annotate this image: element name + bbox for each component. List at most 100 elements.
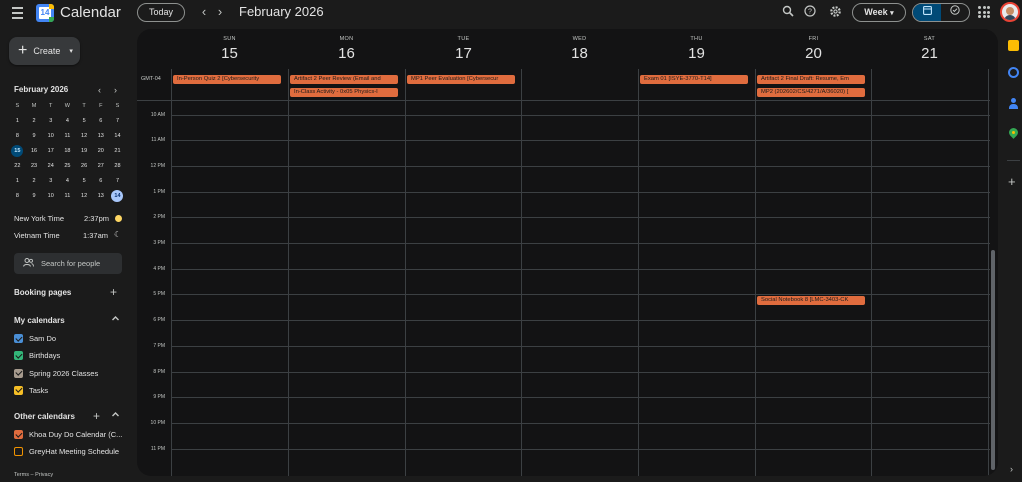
calendar-list-item[interactable]: Sam Do <box>14 334 56 343</box>
maps-icon[interactable] <box>1007 126 1020 139</box>
all-day-event[interactable]: In-Class Activity - 0x05 Physics-I <box>289 87 399 98</box>
day-number[interactable]: 18 <box>521 45 638 62</box>
gear-icon[interactable] <box>828 5 842 19</box>
mini-calendar-day[interactable]: 4 <box>59 175 76 190</box>
mini-calendar-prev-button[interactable]: ‹ <box>98 85 101 95</box>
calendar-checkbox[interactable] <box>14 385 23 395</box>
add-booking-page-icon[interactable]: + <box>110 286 117 298</box>
mini-calendar-day[interactable]: 28 <box>109 160 126 175</box>
mini-calendar-day[interactable]: 9 <box>26 130 43 145</box>
mini-calendar-day[interactable]: 16 <box>26 145 43 160</box>
mini-calendar-day[interactable]: 23 <box>26 160 43 175</box>
next-period-button[interactable]: › <box>213 4 227 20</box>
add-other-calendar-icon[interactable]: + <box>93 410 100 422</box>
today-button[interactable]: Today <box>137 3 185 22</box>
calendar-checkbox[interactable] <box>14 368 23 378</box>
main-menu-icon[interactable] <box>10 5 26 21</box>
mini-calendar-day[interactable]: 3 <box>42 115 59 130</box>
chevron-up-icon[interactable] <box>111 314 120 326</box>
mini-calendar-day[interactable]: 19 <box>76 145 93 160</box>
search-people-input[interactable]: Search for people <box>14 253 122 274</box>
mini-calendar-day[interactable]: 7 <box>109 115 126 130</box>
search-icon[interactable] <box>781 5 795 19</box>
mini-calendar-day[interactable]: 1 <box>9 175 26 190</box>
day-number[interactable]: 20 <box>755 45 872 62</box>
calendar-checkbox[interactable] <box>14 351 23 361</box>
mini-calendar-day[interactable]: 14 <box>109 130 126 145</box>
calendar-list-item[interactable]: GreyHat Meeting Schedule <box>14 447 119 457</box>
mini-calendar-day[interactable]: 11 <box>59 130 76 145</box>
mini-calendar-day[interactable]: 2 <box>26 115 43 130</box>
mini-calendar-day[interactable]: 6 <box>92 115 109 130</box>
mini-calendar-day[interactable]: 5 <box>76 175 93 190</box>
calendar-list-item[interactable]: Birthdays <box>14 351 60 361</box>
calendar-list-item[interactable]: Spring 2026 Classes <box>14 368 98 378</box>
calendar-checkbox[interactable] <box>14 447 23 457</box>
timed-event[interactable]: Social Notebook 8 [LMC-3403-CK <box>756 295 866 307</box>
mini-calendar-day[interactable]: 24 <box>42 160 59 175</box>
create-button[interactable]: + Create ▾ <box>9 37 80 65</box>
calendar-checkbox[interactable] <box>14 430 23 439</box>
show-side-panel-icon[interactable]: › <box>1010 464 1013 474</box>
view-switcher[interactable]: Week ▾ <box>852 3 906 22</box>
chevron-up-icon[interactable] <box>111 410 120 422</box>
mini-calendar-day[interactable]: 12 <box>76 130 93 145</box>
mini-calendar-day[interactable]: 8 <box>9 190 26 205</box>
calendar-view-toggle[interactable] <box>913 4 941 21</box>
week-view-scrollbar[interactable] <box>991 250 995 470</box>
day-column-header[interactable]: THU 19 <box>638 36 755 62</box>
contacts-icon[interactable] <box>1008 98 1019 109</box>
tasks-view-toggle[interactable] <box>941 4 969 21</box>
mini-calendar-next-button[interactable]: › <box>114 85 117 95</box>
account-avatar[interactable] <box>1000 2 1020 22</box>
day-column-header[interactable]: FRI 20 <box>755 36 872 62</box>
day-number[interactable]: 15 <box>171 45 288 62</box>
mini-calendar-day[interactable]: 20 <box>92 145 109 160</box>
mini-calendar-day[interactable]: 22 <box>9 160 26 175</box>
mini-calendar-day[interactable]: 13 <box>92 130 109 145</box>
calendar-checkbox[interactable] <box>14 334 23 343</box>
mini-calendar-day[interactable]: 18 <box>59 145 76 160</box>
mini-calendar-day[interactable]: 10 <box>42 190 59 205</box>
get-add-ons-icon[interactable]: + <box>1008 175 1016 188</box>
tasks-icon[interactable] <box>1008 67 1019 78</box>
help-icon[interactable]: ? <box>803 5 817 19</box>
mini-calendar-day[interactable]: 7 <box>109 175 126 190</box>
day-column-header[interactable]: WED 18 <box>521 36 638 62</box>
mini-calendar-day[interactable]: 21 <box>109 145 126 160</box>
all-day-event[interactable]: Artifact 2 Final Draft: Resume, Em <box>756 74 866 85</box>
day-column-header[interactable]: SAT 21 <box>871 36 988 62</box>
calendar-list-item[interactable]: Tasks <box>14 385 48 395</box>
previous-period-button[interactable]: ‹ <box>197 4 211 20</box>
mini-calendar-day[interactable]: 11 <box>59 190 76 205</box>
mini-calendar-day[interactable]: 27 <box>92 160 109 175</box>
day-number[interactable]: 16 <box>288 45 405 62</box>
mini-calendar-day[interactable]: 10 <box>42 130 59 145</box>
day-column-header[interactable]: MON 16 <box>288 36 405 62</box>
mini-calendar-day[interactable]: 2 <box>26 175 43 190</box>
all-day-event[interactable]: MP1 Peer Evaluation [Cybersecur <box>406 74 516 85</box>
mini-calendar-day[interactable]: 3 <box>42 175 59 190</box>
mini-calendar-day[interactable]: 12 <box>76 190 93 205</box>
mini-calendar-day[interactable]: 17 <box>42 145 59 160</box>
mini-calendar-day[interactable]: 13 <box>92 190 109 205</box>
apps-grid-icon[interactable] <box>978 6 990 18</box>
calendar-logo-icon[interactable]: 14 <box>36 4 54 22</box>
all-day-event[interactable]: Artifact 2 Peer Review (Email and <box>289 74 399 85</box>
day-number[interactable]: 19 <box>638 45 755 62</box>
day-number[interactable]: 17 <box>405 45 522 62</box>
mini-calendar-day[interactable]: 15 <box>9 145 26 160</box>
day-column-header[interactable]: SUN 15 <box>171 36 288 62</box>
mini-calendar-day[interactable]: 6 <box>92 175 109 190</box>
my-calendars-heading[interactable]: My calendars <box>14 316 65 325</box>
all-day-event[interactable]: MP2 (202602/CS/4271/A/36020) [ <box>756 87 866 98</box>
mini-calendar-day[interactable]: 8 <box>9 130 26 145</box>
day-column-header[interactable]: TUE 17 <box>405 36 522 62</box>
calendar-list-item[interactable]: Khoa Duy Do Calendar (C... <box>14 430 122 439</box>
terms-privacy-link[interactable]: Terms – Privacy <box>14 472 53 478</box>
mini-calendar-day[interactable]: 14 <box>109 190 126 205</box>
keep-icon[interactable] <box>1008 40 1019 51</box>
app-title[interactable]: Calendar <box>60 4 121 21</box>
day-number[interactable]: 21 <box>871 45 988 62</box>
mini-calendar-day[interactable]: 5 <box>76 115 93 130</box>
